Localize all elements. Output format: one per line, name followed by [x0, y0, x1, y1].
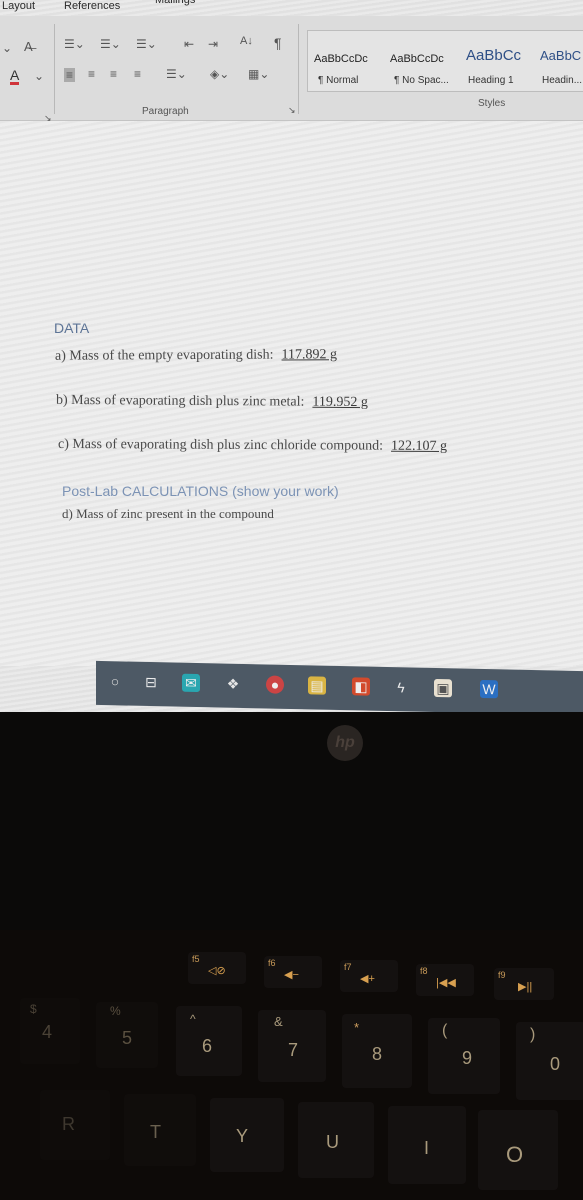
- data-item-label: c) Mass of evaporating dish plus zinc ch…: [57, 436, 384, 454]
- data-item-label: b) Mass of evaporating dish plus zinc me…: [55, 392, 305, 410]
- key-9[interactable]: ( 9: [428, 1018, 500, 1094]
- key-y[interactable]: Y: [210, 1098, 284, 1172]
- font-color-icon[interactable]: A: [10, 68, 20, 85]
- bullets-icon[interactable]: ☰⌄: [64, 38, 85, 50]
- borders-icon[interactable]: ▦⌄: [248, 68, 269, 80]
- office-icon[interactable]: ◧: [352, 677, 370, 696]
- winamp-icon[interactable]: ϟ: [392, 678, 410, 696]
- calc-item-d: d) Mass of zinc present in the compound: [62, 506, 274, 522]
- numbering-icon[interactable]: ☰⌄: [100, 38, 121, 50]
- data-item-value: 117.892 g: [281, 347, 338, 363]
- key-o[interactable]: O: [478, 1110, 558, 1190]
- mute-icon: ◁⊘: [208, 965, 226, 977]
- key-8[interactable]: * 8: [342, 1014, 412, 1088]
- volume-down-icon: ◀−: [284, 969, 299, 981]
- monitor-screen: Layout References Mailings ⌄ A̶ A ⌄ ↘ ☰⌄…: [0, 0, 583, 712]
- sort-icon[interactable]: A↓: [240, 36, 253, 47]
- divider: [298, 24, 299, 114]
- store-icon[interactable]: ▣: [434, 678, 452, 698]
- font-dropdown-chevron-icon[interactable]: ⌄: [2, 42, 12, 54]
- font-color-dropdown-icon[interactable]: ⌄: [34, 70, 44, 82]
- key-r[interactable]: R: [40, 1090, 110, 1160]
- data-item-value: 119.952 g: [312, 394, 368, 411]
- align-left-icon[interactable]: ≡: [64, 68, 76, 82]
- justify-icon[interactable]: ≡: [134, 68, 141, 80]
- key-f9[interactable]: f9 ▶||: [494, 968, 554, 1000]
- dropbox-icon[interactable]: ❖: [224, 675, 242, 693]
- increase-indent-icon[interactable]: ⇥: [208, 38, 218, 50]
- laptop-bezel: [0, 712, 583, 932]
- file-explorer-icon[interactable]: ▤: [308, 676, 326, 695]
- task-view-icon[interactable]: ⊟: [142, 673, 160, 691]
- key-6[interactable]: ^ 6: [176, 1006, 242, 1076]
- calculations-heading: Post-Lab CALCULATIONS (show your work): [62, 483, 339, 499]
- key-t[interactable]: T: [124, 1094, 196, 1166]
- chrome-icon[interactable]: ●: [266, 675, 284, 694]
- data-item-label: a) Mass of the empty evaporating dish:: [54, 347, 274, 364]
- paragraph-group-label: Paragraph: [142, 106, 189, 117]
- key-0[interactable]: ) 0: [516, 1022, 583, 1100]
- data-item-a: a) Mass of the empty evaporating dish: 11…: [55, 347, 337, 364]
- key-f7[interactable]: f7 ◀+: [340, 960, 398, 992]
- data-item-b: b) Mass of evaporating dish plus zinc me…: [56, 393, 368, 411]
- align-center-icon[interactable]: ≡: [88, 68, 95, 80]
- volume-up-icon: ◀+: [360, 973, 375, 985]
- line-spacing-icon[interactable]: ☰⌄: [166, 68, 187, 80]
- clear-formatting-icon[interactable]: A̶: [24, 40, 33, 53]
- data-item-value: 122.107 g: [391, 438, 448, 455]
- document-page[interactable]: DATA a) Mass of the empty evaporating di…: [0, 121, 583, 666]
- mail-icon[interactable]: ✉: [182, 673, 200, 693]
- decrease-indent-icon[interactable]: ⇤: [184, 38, 194, 50]
- key-7[interactable]: & 7: [258, 1010, 326, 1082]
- multilevel-list-icon[interactable]: ☰⌄: [136, 38, 157, 50]
- key-f8[interactable]: f8 |◀◀: [416, 964, 474, 996]
- tab-mailings[interactable]: Mailings: [155, 0, 195, 6]
- key-u[interactable]: U: [298, 1102, 374, 1178]
- cortana-search-icon[interactable]: ○: [106, 672, 124, 690]
- align-right-icon[interactable]: ≡: [110, 68, 117, 80]
- data-item-c: c) Mass of evaporating dish plus zinc ch…: [58, 437, 447, 455]
- styles-group-label: Styles: [478, 98, 506, 109]
- divider: [54, 24, 55, 114]
- paragraph-dialog-launcher-icon[interactable]: ↘: [288, 106, 296, 115]
- key-f5[interactable]: f5 ◁⊘: [188, 952, 246, 984]
- play-pause-icon: ▶||: [518, 981, 533, 993]
- styles-gallery: AaBbCcDc ¶ Normal AaBbCcDc ¶ No Spac... …: [307, 30, 583, 92]
- key-4[interactable]: $ 4: [20, 998, 80, 1064]
- laptop-keyboard: f5 ◁⊘ f6 ◀− f7 ◀+ f8 |◀◀ f9 ▶|| $ 4 % 5 …: [0, 930, 583, 1200]
- data-heading: DATA: [54, 320, 90, 336]
- hp-logo: hp: [327, 725, 363, 761]
- tab-layout[interactable]: Layout: [2, 0, 35, 12]
- ribbon-tabs: Layout References Mailings: [0, 0, 583, 16]
- show-formatting-marks-icon[interactable]: ¶: [274, 36, 282, 50]
- shading-icon[interactable]: ◈⌄: [210, 68, 229, 80]
- taskbar: ○ ⊟ ✉ ❖ ● ▤ ◧ ϟ ▣ W: [96, 660, 583, 712]
- word-icon[interactable]: W: [480, 679, 498, 699]
- tab-references[interactable]: References: [64, 0, 120, 12]
- key-f6[interactable]: f6 ◀−: [264, 956, 322, 988]
- ribbon: ⌄ A̶ A ⌄ ↘ ☰⌄ ☰⌄ ☰⌄ ⇤ ⇥ A↓ ¶ ≡ ≡ ≡ ≡ ☰⌄ …: [0, 16, 583, 123]
- previous-track-icon: |◀◀: [436, 977, 456, 989]
- key-i[interactable]: I: [388, 1106, 466, 1184]
- key-5[interactable]: % 5: [96, 1002, 158, 1068]
- calc-item-label: d) Mass of zinc present in the compound: [62, 506, 274, 521]
